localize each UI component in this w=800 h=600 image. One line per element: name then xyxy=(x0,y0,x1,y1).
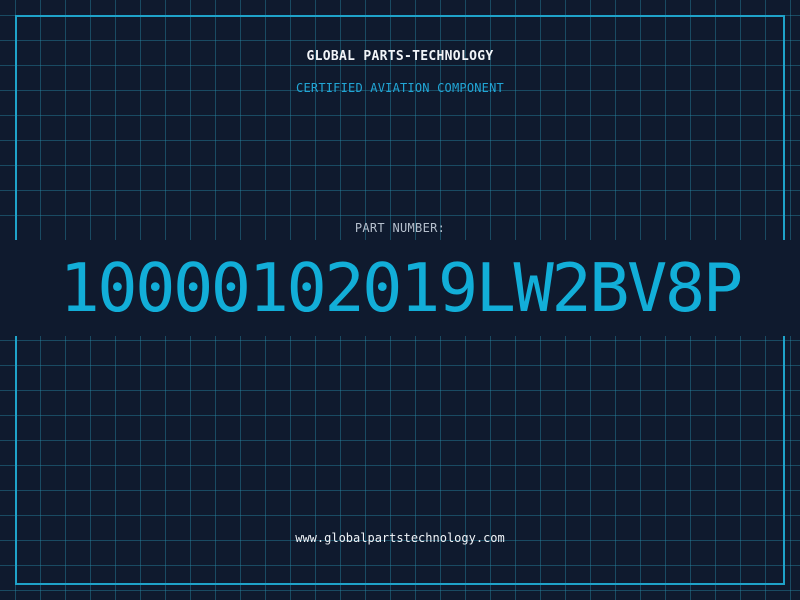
label-canvas: GLOBAL PARTS-TECHNOLOGY CERTIFIED AVIATI… xyxy=(0,0,800,600)
part-number-label: PART NUMBER: xyxy=(354,221,446,235)
certification-tagline: CERTIFIED AVIATION COMPONENT xyxy=(296,81,504,95)
website-url: www.globalpartstechnology.com xyxy=(295,531,505,545)
brand-name: GLOBAL PARTS-TECHNOLOGY xyxy=(306,49,494,64)
part-number-value: 10000102019LW2BV8P xyxy=(59,249,743,327)
